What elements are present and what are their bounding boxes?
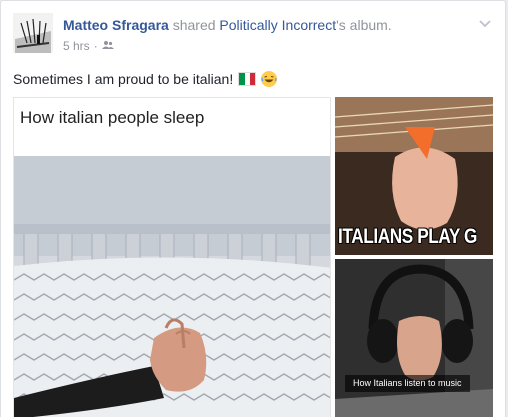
post-text: Sometimes I am proud to be italian! (13, 71, 278, 87)
avatar[interactable] (13, 13, 53, 53)
headphones-photo[interactable]: How Italians listen to music (335, 259, 493, 417)
guitar-photo[interactable]: ITALIANS PLAY G (335, 97, 493, 255)
post-body: Sometimes I am proud to be italian! (13, 71, 234, 87)
shared-text: shared (172, 17, 216, 33)
friends-icon[interactable] (101, 39, 114, 53)
main-photo[interactable]: How italian people sleep (13, 97, 331, 417)
post-meta: 5 hrs · (63, 39, 114, 53)
timestamp[interactable]: 5 hrs (63, 39, 90, 53)
headphones-photo-caption: How Italians listen to music (345, 375, 470, 392)
page-link[interactable]: Politically Incorrect (219, 17, 336, 33)
laughing-emoji-icon (261, 71, 278, 87)
meta-separator: · (93, 39, 98, 53)
feed-post: Matteo Sfragara shared Politically Incor… (0, 0, 506, 417)
main-photo-caption: How italian people sleep (20, 108, 205, 127)
author-link[interactable]: Matteo Sfragara (63, 17, 169, 33)
album-text: 's album. (336, 17, 392, 33)
post-options-chevron-icon[interactable] (477, 15, 493, 31)
italy-flag-icon (238, 72, 257, 86)
post-header: Matteo Sfragara shared Politically Incor… (63, 17, 392, 33)
guitar-photo-caption: ITALIANS PLAY G (338, 225, 477, 248)
